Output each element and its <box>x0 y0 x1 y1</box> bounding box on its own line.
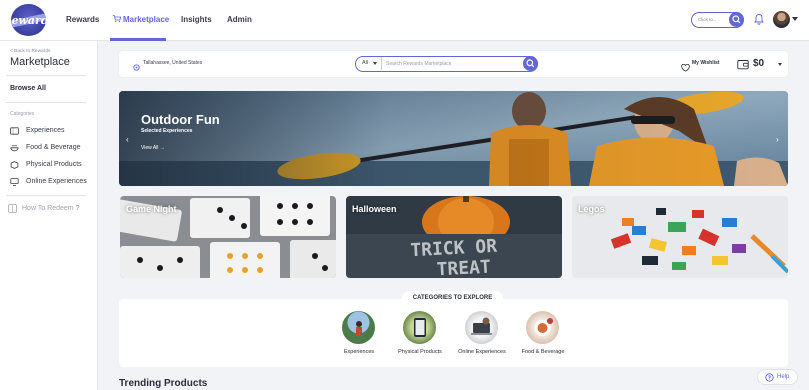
sidebar-item-browse-all[interactable]: Browse All <box>10 85 46 92</box>
laptop-image <box>471 317 492 335</box>
explore-item-experiences[interactable]: Experiences <box>326 311 392 361</box>
sidebar-item-label: Physical Products <box>26 161 82 168</box>
chevron-down-icon <box>778 63 782 66</box>
explore-item-physical-products[interactable]: Physical Products <box>387 311 453 361</box>
marketplace-search-button[interactable] <box>523 56 538 71</box>
top-navigation: Rewards Rewards Marketplace Insights Adm… <box>0 0 809 41</box>
explore-thumb <box>342 311 375 344</box>
explore-item-label: Online Experiences <box>458 349 506 355</box>
explore-item-online-experiences[interactable]: Online Experiences <box>449 311 515 361</box>
svg-text:?: ? <box>768 376 771 382</box>
brand-logo[interactable]: Rewards <box>11 4 46 36</box>
explore-heading: CATEGORIES TO EXPLORE <box>412 295 493 301</box>
bell-icon[interactable] <box>754 13 764 25</box>
explore-item-food-beverage[interactable]: Food & Beverage <box>510 311 576 361</box>
monitor-icon <box>10 178 19 186</box>
nav-admin[interactable]: Admin <box>227 15 252 24</box>
cart-icon <box>112 15 121 23</box>
wallet-icon <box>737 60 749 70</box>
sidebar-divider <box>6 195 86 196</box>
marketplace-toolbar: Tallahassee, United States All My Wishli… <box>119 51 788 77</box>
gift-icon <box>8 204 17 213</box>
nav-insights[interactable]: Insights <box>181 15 212 24</box>
sidebar-title: Marketplace <box>10 56 70 68</box>
sidebar-divider <box>6 102 86 103</box>
help-label: Help <box>777 374 790 380</box>
wishlist-label: My Wishlist <box>692 60 720 66</box>
explore-thumb <box>403 311 436 344</box>
nav-marketplace[interactable]: Marketplace <box>123 15 169 24</box>
chevron-down-icon <box>373 62 377 65</box>
search-icon <box>526 59 535 68</box>
global-search-button[interactable] <box>729 12 744 27</box>
carousel-prev-icon[interactable]: ‹ <box>126 135 129 144</box>
help-button[interactable]: ? Help <box>757 369 798 385</box>
sidebar: < Back to Rewards Marketplace Browse All… <box>0 41 98 390</box>
explore-heading-pill: CATEGORIES TO EXPLORE <box>402 291 503 306</box>
ticket-icon <box>10 127 19 135</box>
global-search[interactable]: Click to... <box>691 12 744 28</box>
promo-tile-halloween[interactable]: TRICK OR TREAT Halloween <box>346 196 562 278</box>
help-icon: ? <box>765 373 774 382</box>
nav-rewards[interactable]: Rewards <box>66 15 99 24</box>
hiker-image <box>356 321 362 336</box>
categories-label: Categories <box>10 111 35 117</box>
explore-thumb <box>526 311 559 344</box>
marketplace-search: All <box>355 56 538 72</box>
hero-image <box>119 91 788 186</box>
tile-label: Game Night <box>126 204 177 214</box>
hero-view-all-link[interactable]: View All → <box>141 145 165 151</box>
categories-to-explore: CATEGORIES TO EXPLORE Experiences Physic… <box>119 291 788 367</box>
treat-text-art: TREAT <box>436 257 491 278</box>
sidebar-item-experiences[interactable]: Experiences <box>10 126 96 136</box>
search-icon <box>732 15 741 24</box>
hero-subtitle: Selected Experiences <box>141 128 193 134</box>
back-to-rewards-link[interactable]: < Back to Rewards <box>10 49 50 54</box>
sidebar-item-online-experiences[interactable]: Online Experiences <box>10 177 96 187</box>
box-icon <box>10 161 19 169</box>
global-search-placeholder: Click to... <box>698 17 717 22</box>
nav-active-indicator <box>110 38 166 41</box>
chevron-down-icon[interactable] <box>792 17 798 21</box>
tile-label: Halloween <box>352 204 397 214</box>
search-scope-value: All <box>362 60 369 66</box>
sidebar-item-label: Experiences <box>26 127 65 134</box>
sidebar-item-label: Food & Beverage <box>26 144 81 151</box>
sidebar-item-label: Online Experiences <box>26 178 87 185</box>
promo-tile-legos[interactable]: Legos <box>572 196 788 278</box>
promo-tile-game-night[interactable]: Game Night <box>120 196 336 278</box>
location-label: Tallahassee, United States <box>143 60 203 66</box>
marketplace-search-input[interactable] <box>386 57 516 70</box>
food-icon <box>10 145 19 152</box>
user-avatar[interactable] <box>773 11 790 28</box>
tablet-image <box>414 318 426 337</box>
carousel-dots <box>419 178 437 186</box>
explore-item-label: Food & Beverage <box>521 349 565 355</box>
explore-thumb <box>465 311 498 344</box>
sidebar-item-physical-products[interactable]: Physical Products <box>10 160 96 170</box>
explore-item-label: Physical Products <box>398 349 442 355</box>
how-to-redeem-label: How To Redeem ? <box>22 205 80 212</box>
trending-products-heading: Trending Products <box>119 378 208 389</box>
wallet-balance: $0 <box>753 58 765 69</box>
tile-label: Legos <box>578 204 605 214</box>
carousel-next-icon[interactable]: › <box>776 135 779 144</box>
food-plate-image <box>534 318 553 336</box>
hero-banner[interactable]: Outdoor Fun Selected Experiences View Al… <box>119 91 788 186</box>
location-selector[interactable]: Tallahassee, United States <box>133 59 202 77</box>
sidebar-item-food-beverage[interactable]: Food & Beverage <box>10 143 96 153</box>
search-scope-dropdown[interactable]: All <box>356 57 382 70</box>
explore-item-label: Experiences <box>343 349 375 355</box>
wallet-balance-dropdown[interactable]: $0 <box>737 57 782 75</box>
brand-logo-mark: Rewards <box>11 14 46 27</box>
hero-title: Outdoor Fun <box>141 112 220 127</box>
heart-icon <box>681 63 690 72</box>
location-pin-icon <box>133 64 140 71</box>
sidebar-divider <box>6 75 86 76</box>
wishlist-button[interactable]: My Wishlist <box>681 59 719 77</box>
